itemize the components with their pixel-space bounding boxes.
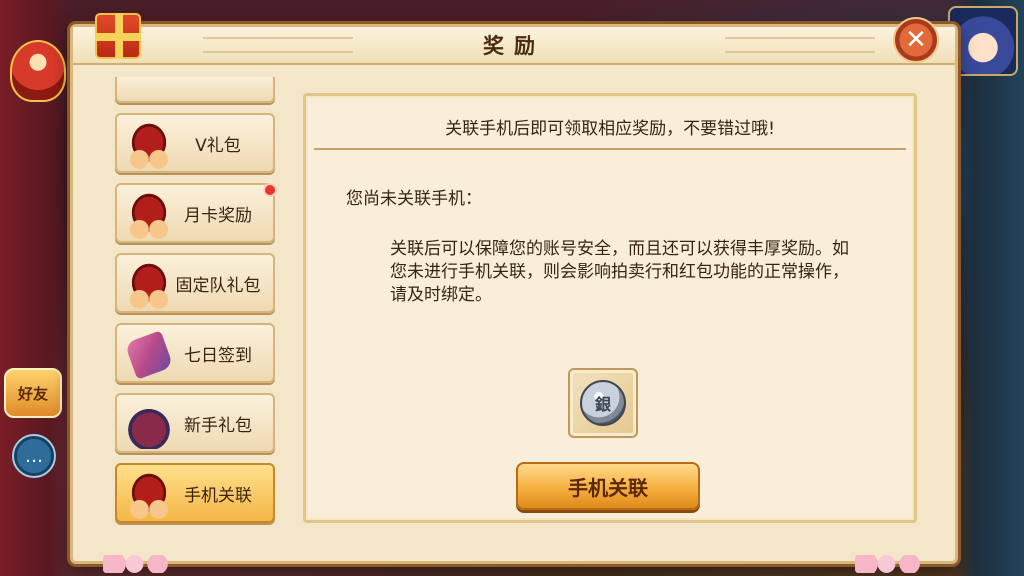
sidebar-item-seven-day-signin[interactable]: 七日签到 — [115, 323, 275, 383]
scroll-icon — [124, 330, 174, 380]
mascot-character-icon — [10, 40, 66, 102]
dialog-title-bar: 奖励 — [73, 27, 955, 65]
lucky-bag-icon — [125, 401, 173, 449]
sidebar-item-label: 月卡奖励 — [184, 205, 252, 226]
link-status-text: 您尚未关联手机： — [346, 189, 482, 209]
flower-ornament-right — [855, 555, 925, 573]
sidebar-item-label: 七日签到 — [184, 345, 252, 366]
flower-ornament-left — [103, 555, 173, 573]
sidebar-item-label: 新手礼包 — [184, 415, 252, 436]
chat-bubble-icon[interactable]: … — [12, 434, 56, 478]
sidebar-item-label: V礼包 — [195, 135, 241, 156]
sidebar-item-partial[interactable] — [115, 77, 275, 103]
sidebar-item-newbie-gift[interactable]: 新手礼包 — [115, 393, 275, 453]
red-basket-icon — [125, 471, 173, 519]
friends-button[interactable]: 好友 — [4, 368, 62, 418]
gift-box-icon — [95, 13, 141, 59]
link-phone-button[interactable]: 手机关联 — [516, 462, 700, 510]
sidebar-item-team-gift[interactable]: 固定队礼包 — [115, 253, 275, 313]
notification-dot — [263, 183, 277, 197]
content-header: 关联手机后即可领取相应奖励，不要错过哦! — [314, 104, 906, 150]
close-button[interactable]: ✕ — [893, 17, 939, 63]
dialog-title: 奖励 — [483, 34, 545, 58]
silver-coin-icon: 銀 — [580, 380, 626, 426]
player-avatar[interactable] — [948, 6, 1018, 76]
red-basket-icon — [125, 191, 173, 239]
title-ornament-right — [725, 37, 875, 53]
background-right-decoration — [954, 0, 1024, 576]
sidebar-item-monthly-card[interactable]: 月卡奖励 — [115, 183, 277, 243]
sidebar-item-phone-link[interactable]: 手机关联 — [115, 463, 275, 523]
title-ornament-left — [203, 37, 353, 53]
red-basket-icon — [125, 121, 173, 169]
sidebar-item-label: 手机关联 — [184, 485, 252, 506]
description-text: 关联后可以保障您的账号安全，而且还可以获得丰厚奖励。如您未进行手机关联，则会影响… — [390, 239, 849, 305]
reward-sidebar: V礼包 月卡奖励 固定队礼包 七日签到 新手礼包 手机关联 — [103, 77, 285, 527]
reward-dialog: 奖励 ✕ V礼包 月卡奖励 固定队礼包 七日签到 新手礼包 手机关联 关联手机后… — [70, 13, 958, 573]
content-panel: 关联手机后即可领取相应奖励，不要错过哦! 您尚未关联手机： 关联后可以保障您的账… — [303, 93, 917, 523]
sidebar-item-v-gift[interactable]: V礼包 — [115, 113, 275, 173]
red-basket-icon — [125, 261, 173, 309]
reward-item-slot[interactable]: 銀 — [568, 368, 638, 438]
sidebar-item-label: 固定队礼包 — [175, 275, 261, 296]
